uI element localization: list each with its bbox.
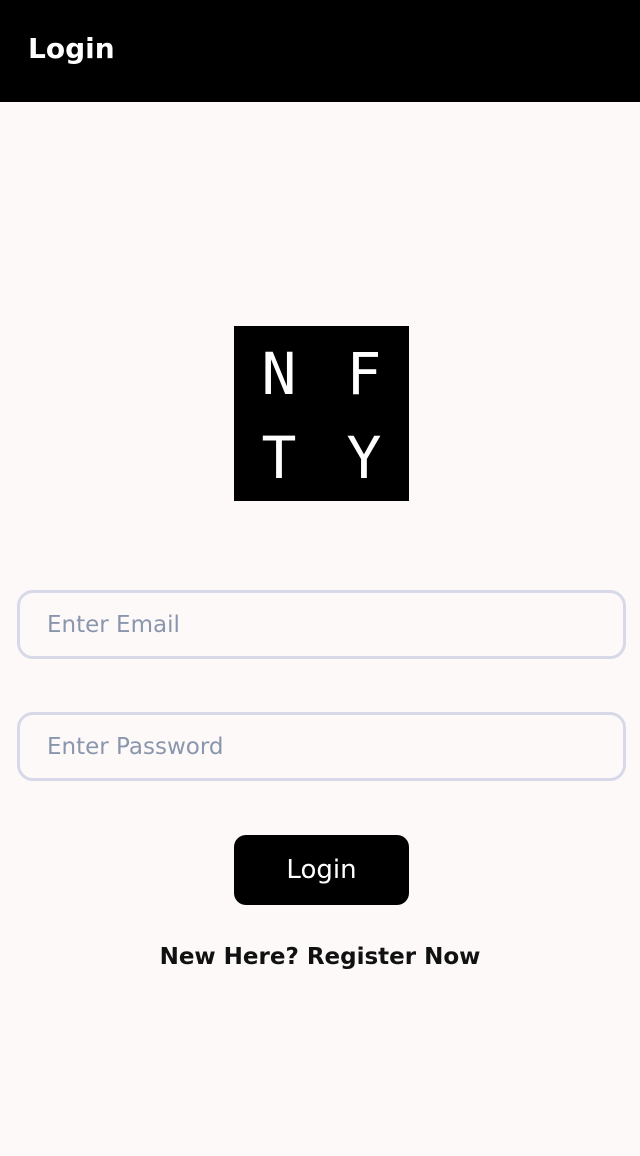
logo-letter-y: Y xyxy=(346,424,382,492)
email-field[interactable] xyxy=(17,590,626,659)
page-title: Login xyxy=(28,32,115,65)
password-field[interactable] xyxy=(17,712,626,781)
logo-letter-f: F xyxy=(346,340,382,408)
nfty-logo: N F T Y xyxy=(234,326,409,501)
logo-letter-n: N xyxy=(261,340,297,408)
register-link[interactable]: New Here? Register Now xyxy=(0,940,640,974)
logo-letter-t: T xyxy=(261,424,297,492)
app-bar: Login xyxy=(0,0,640,102)
login-button[interactable]: Login xyxy=(234,835,409,905)
